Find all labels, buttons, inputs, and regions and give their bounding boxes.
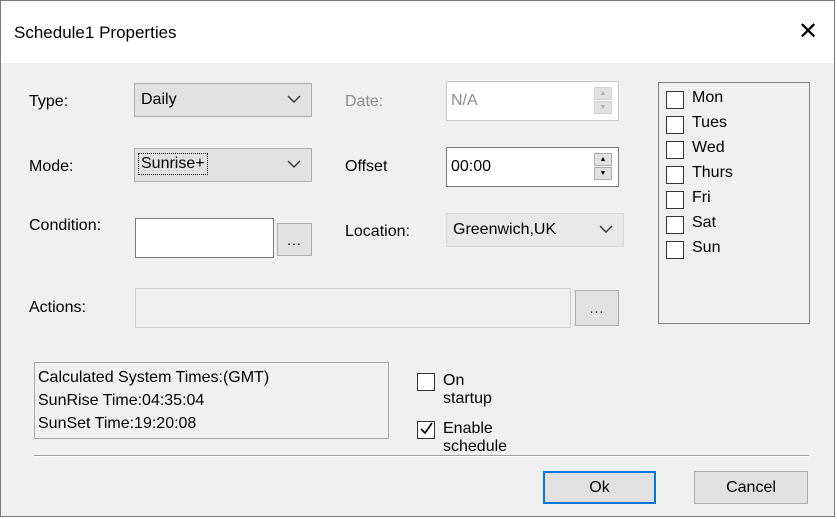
actions-browse-button[interactable]: ...: [575, 290, 619, 326]
ok-button[interactable]: Ok: [543, 471, 656, 504]
spin-up-icon: ▲: [594, 87, 612, 100]
window-title: Schedule1 Properties: [14, 23, 177, 42]
date-spinbox: N/A ▲ ▼: [446, 81, 619, 121]
day-label: Tues: [692, 114, 727, 131]
offset-label: Offset: [345, 158, 388, 175]
mode-value: Sunrise+: [138, 153, 208, 175]
spin-up-icon[interactable]: ▲: [594, 153, 612, 166]
location-value: Greenwich,UK: [453, 221, 557, 238]
day-label: Sun: [692, 239, 721, 256]
condition-browse-button[interactable]: ...: [277, 223, 312, 256]
date-value: N/A: [451, 92, 478, 109]
checkmark-icon: [420, 422, 433, 435]
offset-spinbox[interactable]: 00:00 ▲ ▼: [446, 147, 619, 187]
sunrise-time: SunRise Time:04:35:04: [38, 392, 205, 409]
chevron-down-icon: [599, 225, 613, 233]
day-label: Mon: [692, 89, 724, 106]
location-dropdown[interactable]: Greenwich,UK: [446, 213, 624, 247]
day-label: Fri: [692, 189, 711, 206]
title-bar: Schedule1 Properties ✕: [1, 1, 834, 63]
calculated-times-box: Calculated System Times:(GMT) SunRise Ti…: [34, 362, 389, 439]
schedule-properties-dialog: Schedule1 Properties ✕ Type: Daily Date:…: [0, 0, 835, 517]
mode-label: Mode:: [29, 158, 74, 175]
date-label: Date:: [345, 93, 384, 110]
spin-down-icon[interactable]: ▼: [594, 167, 612, 180]
day-label: Wed: [692, 139, 725, 156]
day-label: Sat: [692, 214, 717, 231]
close-icon[interactable]: ✕: [792, 15, 824, 47]
day-checkbox[interactable]: [666, 241, 684, 259]
cancel-button[interactable]: Cancel: [694, 471, 808, 504]
condition-label: Condition:: [29, 217, 102, 234]
on-startup-checkbox[interactable]: [417, 373, 435, 391]
days-of-week-group: Mon Tues Wed Thurs Fri Sat Sun: [658, 82, 810, 324]
offset-value: 00:00: [451, 158, 492, 175]
location-label: Location:: [345, 223, 410, 240]
divider: [34, 455, 809, 457]
condition-input[interactable]: [135, 218, 274, 258]
day-checkbox[interactable]: [666, 91, 684, 109]
enable-schedule-label: Enable schedule: [443, 420, 508, 455]
actions-input: [135, 288, 571, 328]
chevron-down-icon: [287, 95, 301, 103]
chevron-down-icon: [287, 160, 301, 168]
day-checkbox[interactable]: [666, 166, 684, 184]
day-label: Thurs: [692, 164, 733, 181]
type-dropdown[interactable]: Daily: [134, 83, 312, 117]
enable-schedule-checkbox[interactable]: [417, 421, 435, 439]
type-value: Daily: [141, 91, 177, 108]
on-startup-label: On startup: [443, 372, 492, 407]
day-checkbox[interactable]: [666, 141, 684, 159]
day-checkbox[interactable]: [666, 216, 684, 234]
spin-down-icon: ▼: [594, 101, 612, 114]
actions-label: Actions:: [29, 299, 86, 316]
day-checkbox[interactable]: [666, 191, 684, 209]
day-checkbox[interactable]: [666, 116, 684, 134]
sunset-time: SunSet Time:19:20:08: [38, 415, 197, 432]
type-label: Type:: [29, 93, 69, 110]
mode-dropdown[interactable]: Sunrise+: [134, 148, 312, 182]
calculated-heading: Calculated System Times:(GMT): [38, 369, 270, 386]
